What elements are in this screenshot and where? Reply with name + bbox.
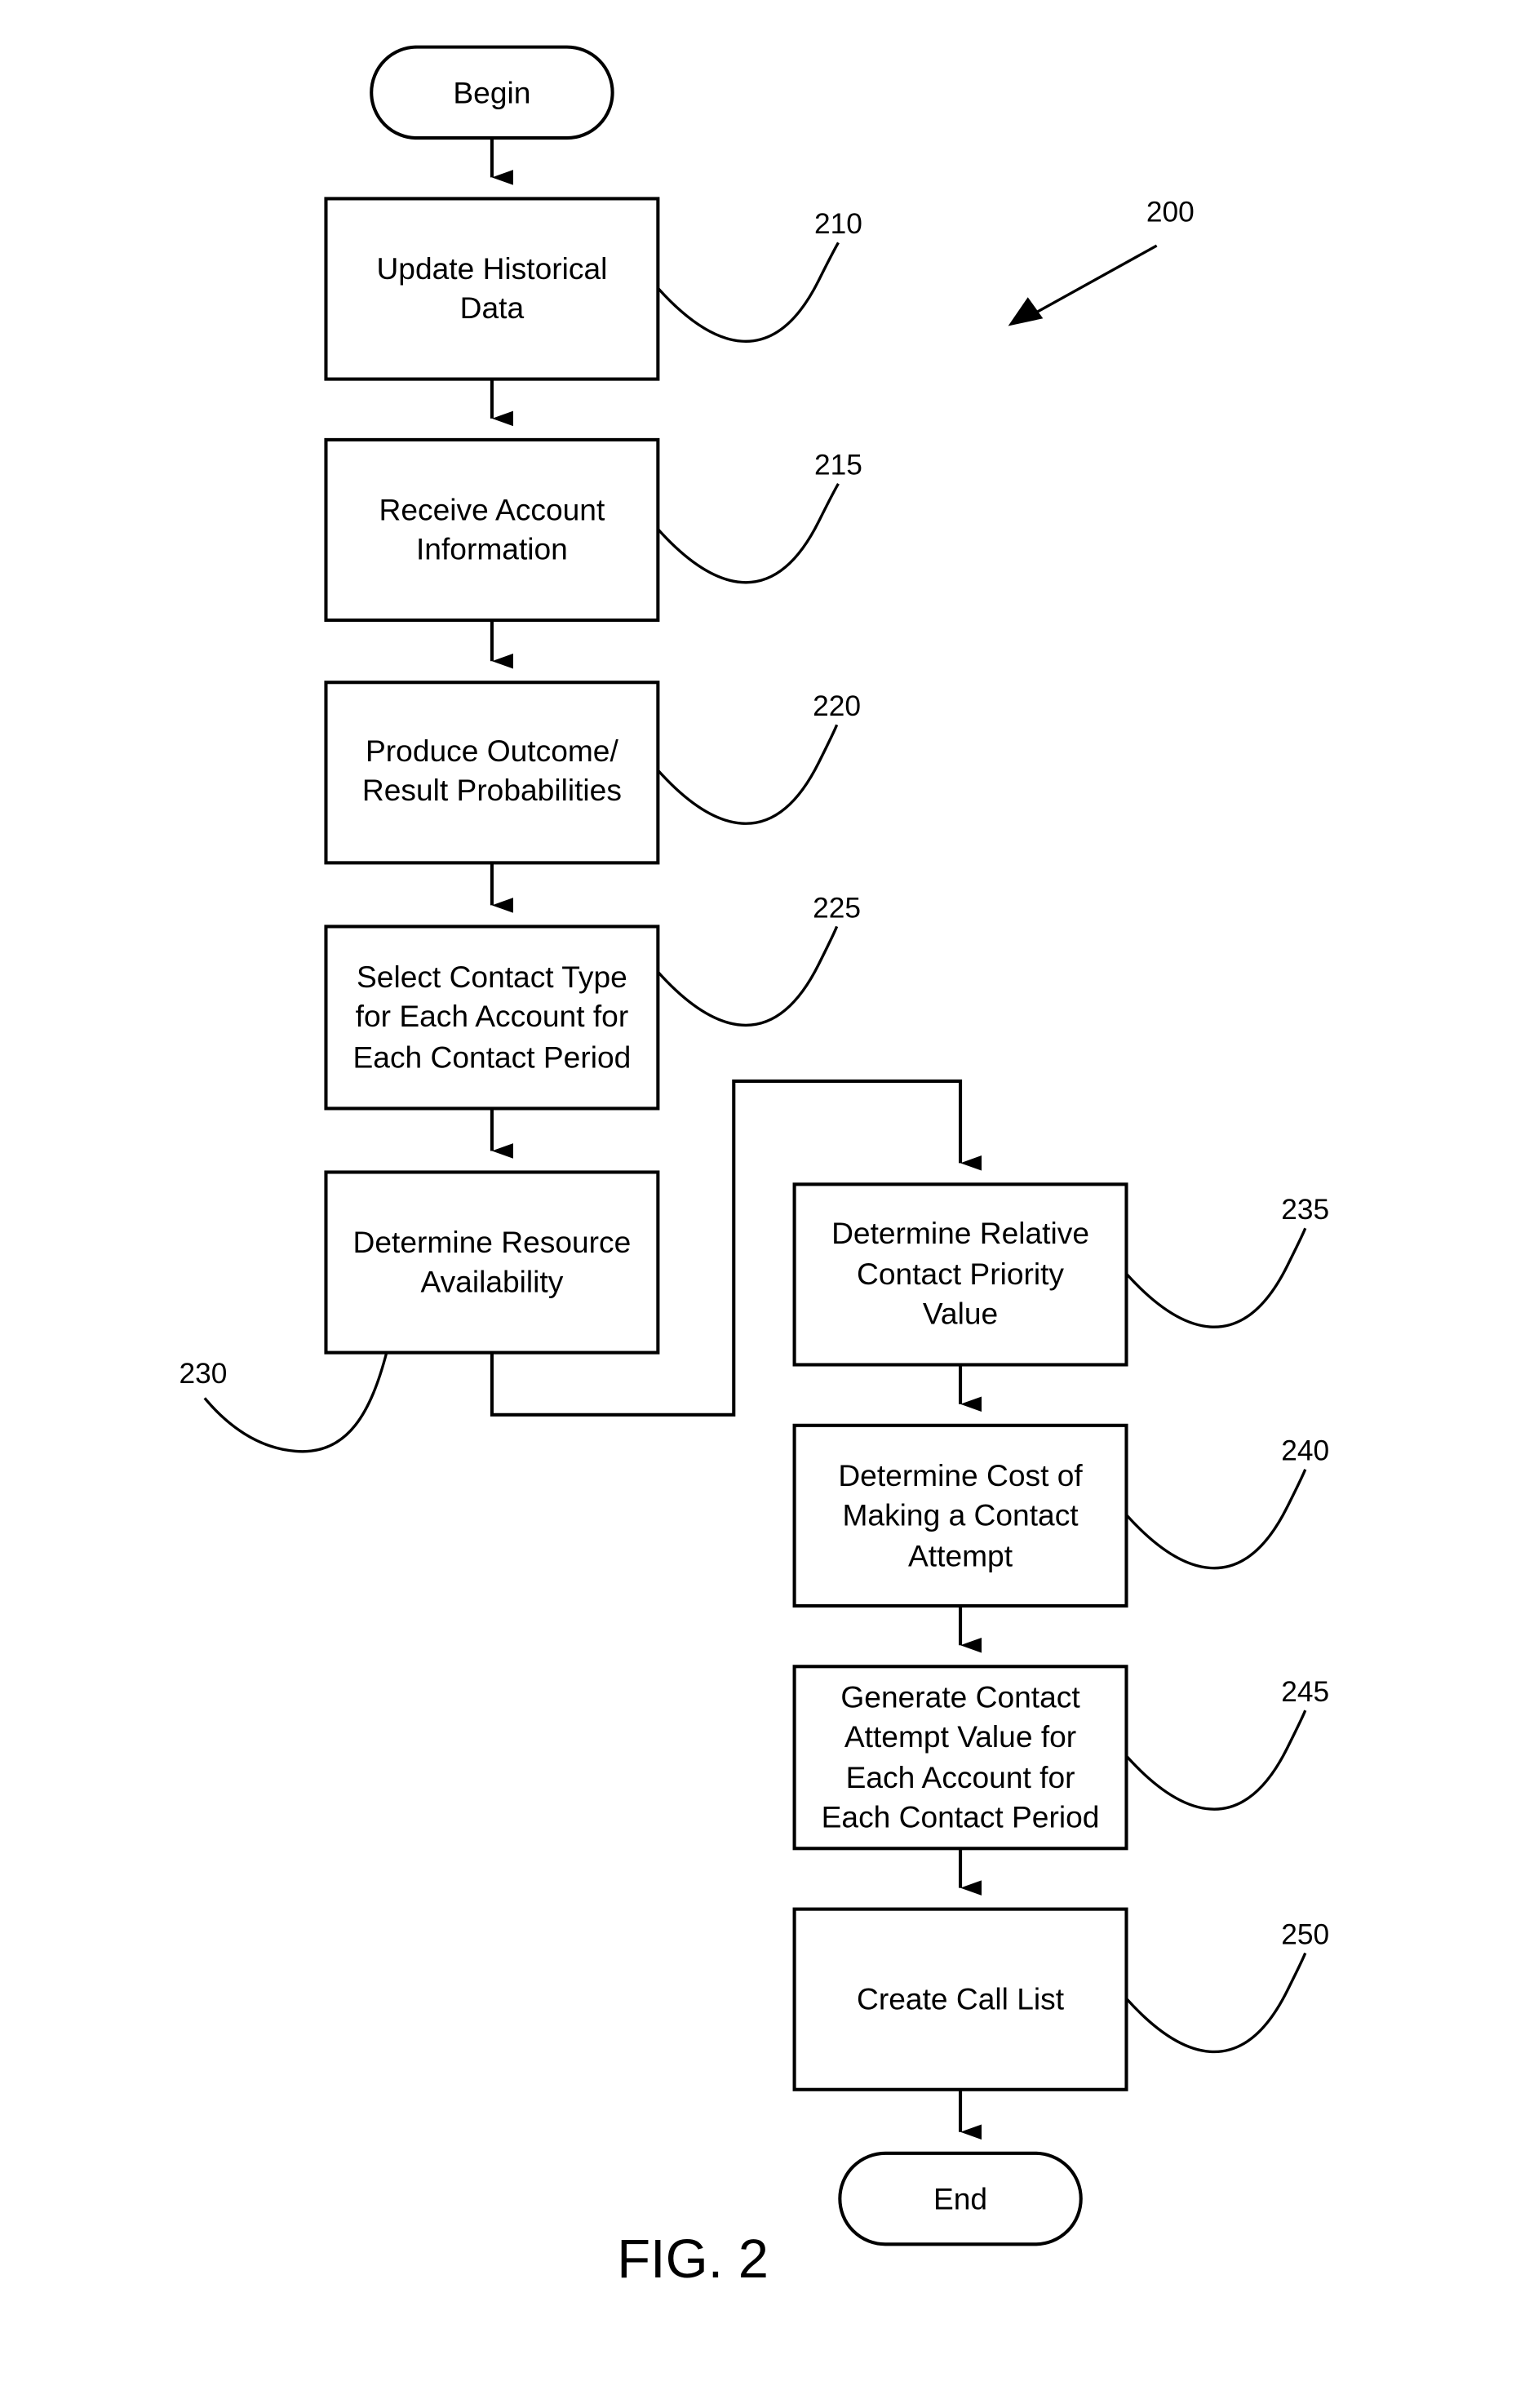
ref-245: 245 — [1281, 1676, 1329, 1708]
figure-label: FIG. 2 — [617, 2228, 769, 2290]
step-240-line-3: Attempt — [908, 1539, 1013, 1573]
begin-terminal: Begin — [370, 45, 614, 140]
arrow-200-icon — [1030, 244, 1158, 317]
ref-210: 210 — [814, 208, 862, 240]
end-label: End — [933, 2182, 987, 2216]
step-230-line-1: Determine Resource — [353, 1225, 632, 1259]
ref-250: 250 — [1281, 1918, 1329, 1950]
ref-230: 230 — [180, 1358, 228, 1390]
ref-240: 240 — [1281, 1435, 1329, 1467]
begin-label: Begin — [453, 75, 530, 109]
leader-250 — [1125, 1952, 1307, 2053]
step-235-line-2: Contact Priority — [857, 1257, 1064, 1291]
ref-235: 235 — [1281, 1194, 1329, 1226]
flowchart: Begin Update Historical Data 210 Receive… — [180, 45, 1329, 2290]
leader-215 — [657, 482, 840, 584]
step-220-line-2: Result Probabilities — [362, 773, 622, 807]
step-240-line-1: Determine Cost of — [838, 1458, 1083, 1492]
step-235: Determine Relative Contact Priority Valu… — [792, 1182, 1329, 1367]
step-210-line-1: Update Historical — [376, 251, 607, 286]
leader-240 — [1125, 1469, 1307, 1570]
ref-215: 215 — [814, 450, 862, 481]
step-235-line-3: Value — [923, 1296, 998, 1330]
step-245-line-2: Attempt Value for — [844, 1719, 1076, 1754]
leader-245 — [1125, 1710, 1307, 1811]
step-225-line-1: Select Contact Type — [357, 960, 627, 994]
step-225: Select Contact Type for Each Account for… — [324, 892, 861, 1111]
step-215-line-2: Information — [416, 532, 568, 566]
step-225-line-3: Each Contact Period — [353, 1040, 632, 1074]
step-245-line-1: Generate Contact — [840, 1679, 1080, 1714]
step-250-line-1: Create Call List — [857, 1981, 1065, 2016]
step-245: Generate Contact Attempt Value for Each … — [792, 1665, 1329, 1851]
step-210-line-2: Data — [460, 290, 525, 325]
step-250: Create Call List 250 — [792, 1907, 1329, 2091]
ref-200: 200 — [1146, 196, 1195, 228]
ref-220: 220 — [813, 690, 861, 722]
step-240: Determine Cost of Making a Contact Attem… — [792, 1423, 1329, 1608]
leader-235 — [1125, 1227, 1307, 1328]
leader-220 — [657, 724, 839, 825]
step-230: Determine Resource Availability 230 — [180, 1170, 660, 1453]
step-215-line-1: Receive Account — [379, 492, 605, 526]
step-215: Receive Account Information 215 — [324, 437, 862, 623]
step-245-line-4: Each Contact Period — [822, 1799, 1100, 1834]
step-210: Update Historical Data 210 — [324, 197, 862, 381]
step-235-line-1: Determine Relative — [831, 1216, 1089, 1250]
step-225-line-2: for Each Account for — [356, 999, 629, 1033]
ref-225: 225 — [813, 892, 861, 924]
step-220-line-1: Produce Outcome/ — [366, 734, 618, 768]
leader-225 — [657, 925, 839, 1027]
arrowhead-200-icon — [1008, 297, 1044, 326]
diagram-ref-200: 200 — [1008, 196, 1195, 326]
end-terminal: End — [838, 2151, 1083, 2246]
leader-210 — [657, 242, 840, 343]
step-230-line-2: Availability — [420, 1264, 563, 1298]
leader-230 — [203, 1352, 388, 1453]
step-220: Produce Outcome/ Result Probabilities 22… — [324, 681, 861, 865]
step-245-line-3: Each Account for — [846, 1760, 1075, 1794]
step-240-line-2: Making a Contact — [842, 1497, 1079, 1532]
